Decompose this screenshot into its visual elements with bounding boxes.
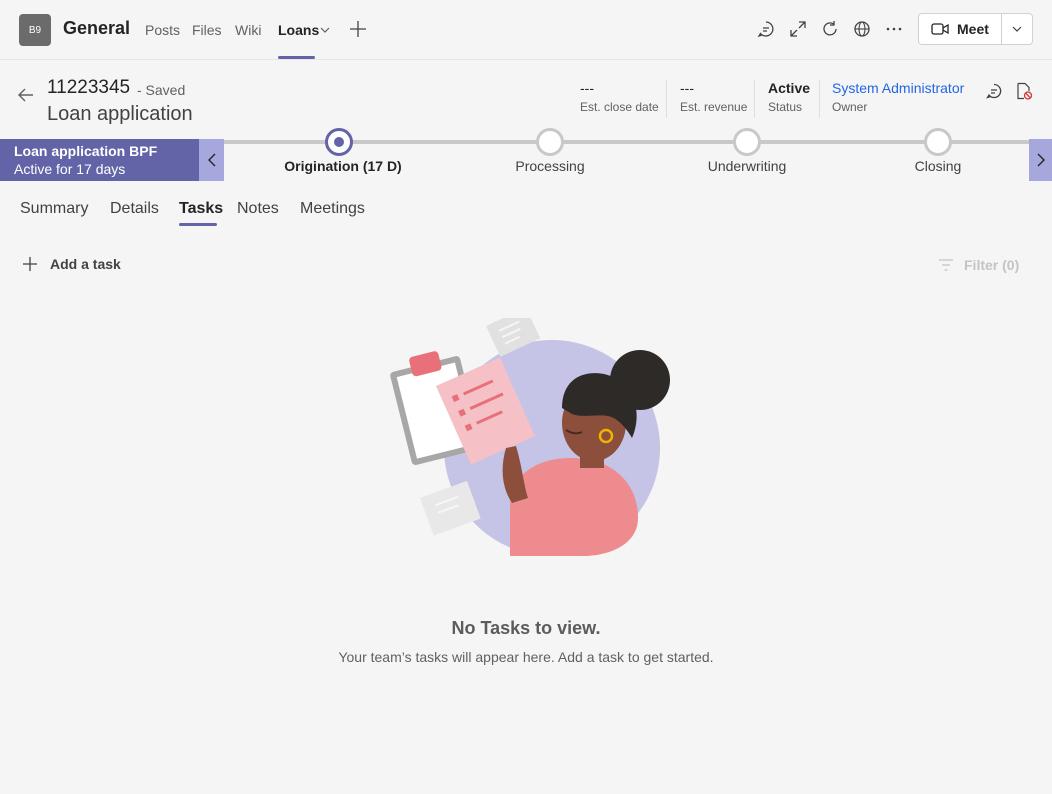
- record-title: Loan application: [47, 103, 193, 125]
- tab-posts[interactable]: Posts: [145, 22, 180, 38]
- meet-dropdown-button[interactable]: [1001, 13, 1033, 45]
- stage-underwriting-marker[interactable]: [733, 128, 761, 156]
- bpf-previous-button[interactable]: [199, 139, 224, 181]
- active-record-tab-indicator: [179, 223, 217, 226]
- tab-summary[interactable]: Summary: [20, 200, 88, 218]
- active-tab-indicator: [278, 56, 315, 59]
- filter-button[interactable]: Filter (0): [938, 257, 1019, 273]
- divider: [819, 80, 820, 118]
- chat-icon[interactable]: [756, 19, 776, 39]
- filter-icon: [939, 259, 953, 271]
- record-id: 11223345: [47, 77, 131, 98]
- chevron-right-icon: [1037, 153, 1045, 167]
- stage-processing-label[interactable]: Processing: [515, 158, 584, 174]
- empty-state-title: No Tasks to view.: [451, 618, 601, 638]
- field-est-revenue: --- Est. revenue: [680, 80, 747, 114]
- divider: [666, 80, 667, 118]
- bpf-status: Active for 17 days: [14, 161, 126, 177]
- back-arrow-icon[interactable]: [17, 86, 35, 104]
- bpf-name: Loan application BPF: [14, 143, 158, 159]
- video-icon: [931, 23, 949, 35]
- chevron-left-icon: [207, 153, 215, 167]
- field-est-close-date: --- Est. close date: [580, 80, 659, 114]
- add-task-label: Add a task: [50, 256, 121, 272]
- globe-icon[interactable]: [852, 19, 872, 39]
- empty-state-subtitle: Your team’s tasks will appear here. Add …: [338, 649, 714, 665]
- tab-meetings[interactable]: Meetings: [300, 200, 365, 218]
- field-value: ---: [580, 80, 594, 96]
- stage-closing-marker[interactable]: [924, 128, 952, 156]
- more-icon[interactable]: [884, 19, 904, 39]
- stage-origination-label[interactable]: Origination (17 D): [284, 158, 401, 174]
- field-owner[interactable]: System Administrator Owner: [832, 80, 964, 114]
- field-label: Est. revenue: [680, 100, 748, 114]
- refresh-icon[interactable]: [820, 19, 840, 39]
- meet-label: Meet: [957, 21, 989, 37]
- empty-tasks-illustration: [390, 318, 670, 556]
- field-value: ---: [680, 80, 694, 96]
- chat-bubble-icon[interactable]: [985, 82, 1003, 100]
- chevron-down-icon: [1012, 26, 1022, 32]
- filter-label: Filter (0): [964, 257, 1020, 273]
- add-task-button[interactable]: Add a task: [22, 256, 121, 272]
- field-status: Active Status: [768, 80, 810, 114]
- stage-underwriting-label[interactable]: Underwriting: [708, 158, 787, 174]
- divider: [754, 80, 755, 118]
- tab-tasks[interactable]: Tasks: [179, 200, 223, 218]
- document-forbidden-icon[interactable]: [1015, 82, 1033, 100]
- stage-closing-label[interactable]: Closing: [915, 158, 962, 174]
- tab-loans[interactable]: Loans: [278, 22, 319, 38]
- plus-icon: [23, 257, 37, 271]
- field-value: Active: [768, 80, 811, 96]
- meet-button[interactable]: Meet: [918, 13, 1002, 45]
- field-label: Owner: [832, 100, 868, 114]
- bpf-summary[interactable]: Loan application BPF Active for 17 days: [0, 139, 199, 181]
- tab-details[interactable]: Details: [110, 200, 159, 218]
- channel-name: General: [63, 18, 131, 38]
- tab-notes[interactable]: Notes: [237, 200, 279, 218]
- team-avatar[interactable]: B9: [19, 14, 51, 46]
- tab-files[interactable]: Files: [192, 22, 222, 38]
- field-label: Est. close date: [580, 100, 659, 114]
- stage-origination-marker[interactable]: [325, 128, 353, 156]
- top-bar: B9 General Posts Files Wiki Loans Meet: [0, 0, 1052, 60]
- chevron-down-icon[interactable]: [320, 26, 330, 34]
- bpf-next-button[interactable]: [1029, 139, 1052, 181]
- owner-link[interactable]: System Administrator: [832, 80, 964, 98]
- save-status: - Saved: [137, 82, 186, 98]
- expand-icon[interactable]: [788, 19, 808, 39]
- stage-processing-marker[interactable]: [536, 128, 564, 156]
- tab-wiki[interactable]: Wiki: [235, 22, 261, 38]
- add-tab-icon[interactable]: [349, 20, 367, 38]
- field-label: Status: [768, 100, 803, 114]
